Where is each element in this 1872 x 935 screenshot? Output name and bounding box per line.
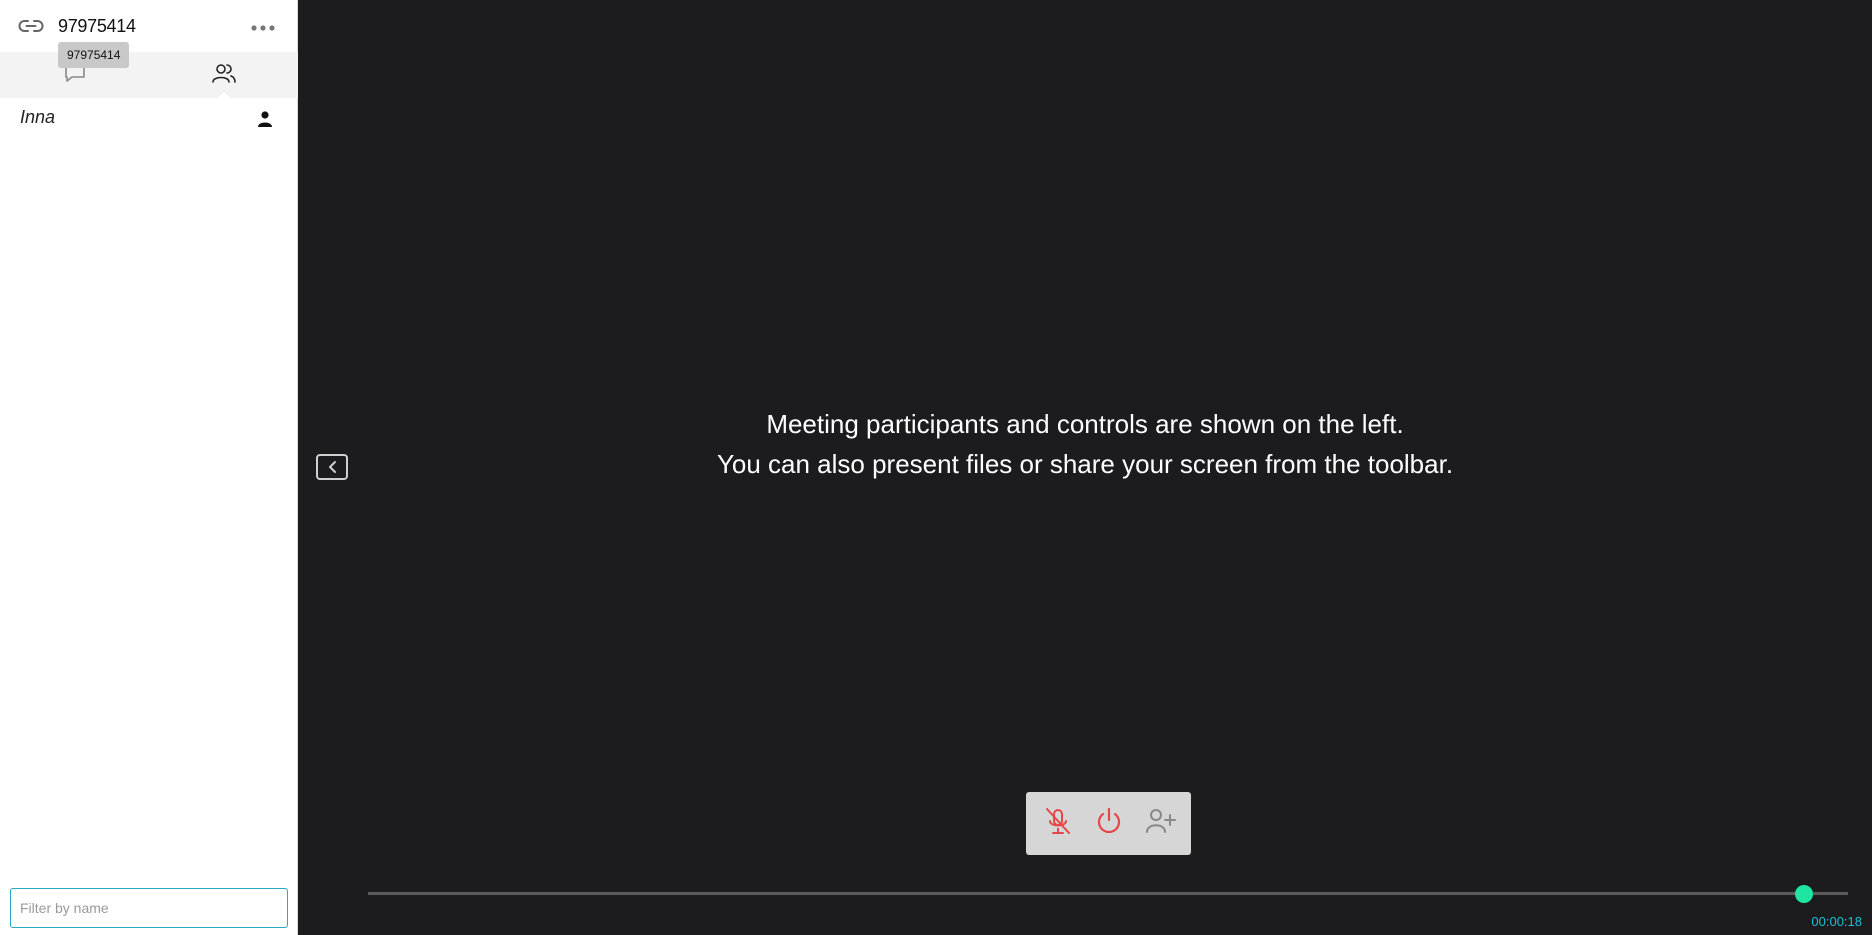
meeting-stage: Meeting participants and controls are sh… (298, 0, 1872, 935)
meeting-id-tooltip: 97975414 (58, 42, 130, 68)
leave-meeting-button[interactable] (1089, 804, 1129, 844)
timeline-track[interactable] (368, 885, 1848, 903)
mic-muted-icon (1042, 805, 1074, 842)
participants-icon (211, 62, 237, 89)
sidebar-tabs (0, 52, 298, 98)
participant-row[interactable]: Inna (0, 104, 298, 134)
sidebar: 97975414 97975414 Inna Filter by name (0, 0, 298, 935)
invite-participant-button[interactable] (1140, 804, 1180, 844)
more-options-icon[interactable] (249, 18, 277, 38)
participant-name: Inna (20, 107, 56, 127)
power-icon (1094, 806, 1124, 841)
mute-button[interactable] (1038, 804, 1078, 844)
sidebar-header: 97975414 (0, 0, 297, 52)
elapsed-time: 00:00:18 (1811, 914, 1862, 929)
welcome-message: Meeting participants and controls are sh… (298, 404, 1872, 484)
meeting-id: 97975414 (58, 16, 136, 36)
welcome-message-line-1: Meeting participants and controls are sh… (766, 409, 1404, 439)
meeting-app: 97975414 97975414 Inna Filter by name Me… (0, 0, 1872, 935)
meeting-toolbar (1026, 792, 1191, 855)
user-icon (256, 110, 274, 128)
welcome-message-line-2: You can also present files or share your… (716, 449, 1454, 479)
filter-by-name-input[interactable] (10, 888, 288, 928)
tab-participants[interactable] (149, 52, 298, 98)
link-icon[interactable] (18, 17, 44, 35)
timeline-thumb[interactable] (1794, 885, 1813, 903)
add-user-icon (1144, 806, 1176, 841)
